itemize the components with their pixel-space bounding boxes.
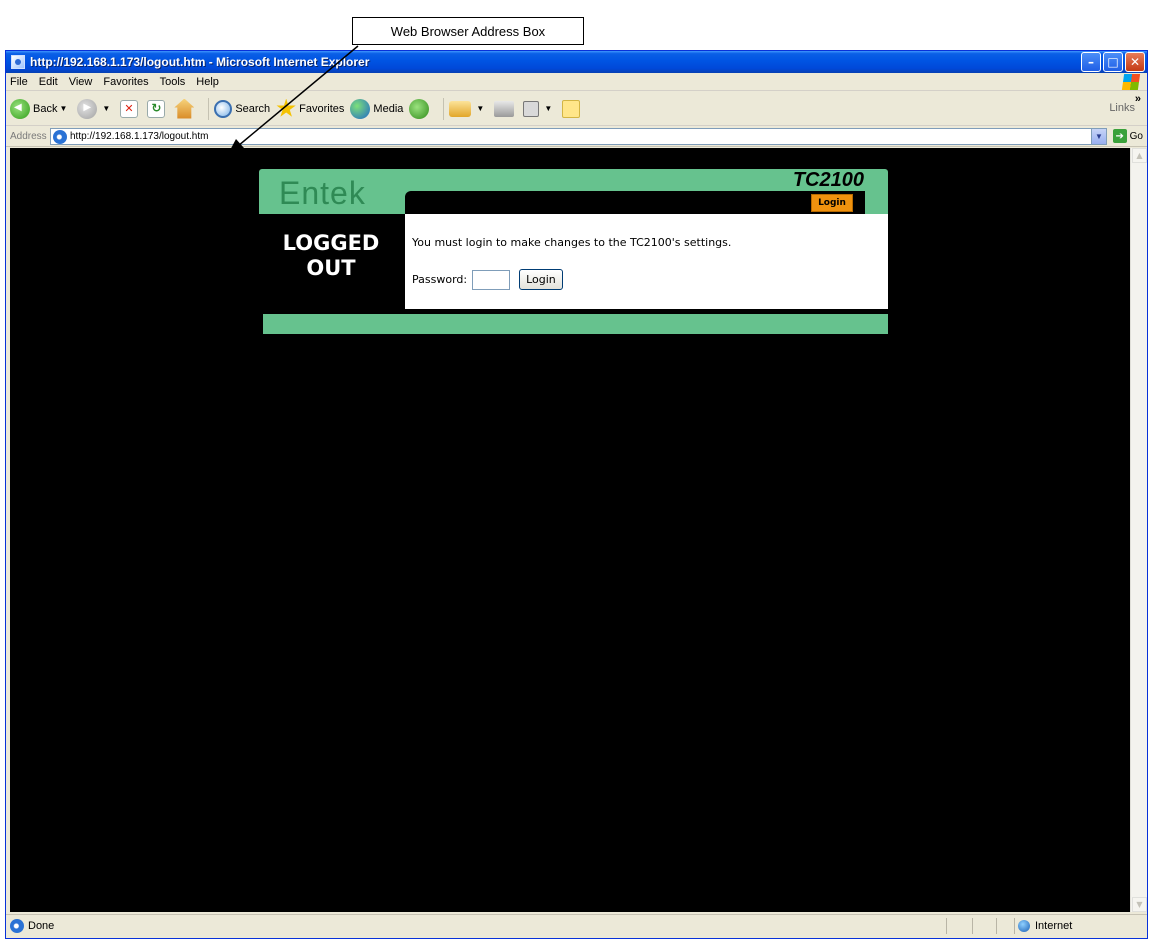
note-icon — [562, 99, 581, 118]
edit-button[interactable]: ▼ — [523, 100, 556, 117]
mail-dropdown-icon[interactable]: ▼ — [476, 104, 484, 113]
scroll-down-icon[interactable]: ▼ — [1132, 897, 1147, 912]
history-icon — [409, 98, 430, 119]
links-label[interactable]: Links — [1109, 93, 1140, 114]
title-bar[interactable]: http://192.168.1.173/logout.htm - Micros… — [6, 51, 1147, 73]
favorites-button[interactable]: Favorites — [276, 98, 345, 119]
media-label: Media — [373, 102, 404, 115]
stop-icon — [120, 99, 139, 118]
go-label: Go — [1129, 130, 1143, 142]
search-button[interactable]: Search — [214, 99, 271, 118]
menu-file[interactable]: File — [10, 76, 28, 88]
home-icon — [174, 98, 195, 119]
print-button[interactable] — [494, 100, 517, 117]
status-text: Done — [28, 920, 55, 932]
menu-view[interactable]: View — [69, 76, 93, 88]
favorites-star-icon — [276, 98, 296, 117]
browser-window: http://192.168.1.173/logout.htm - Micros… — [5, 50, 1148, 939]
annotation-callout: Web Browser Address Box — [352, 17, 584, 45]
entek-logo: Entek — [279, 175, 366, 211]
address-label: Address — [10, 131, 47, 142]
refresh-icon — [147, 99, 166, 118]
minimize-button[interactable]: – — [1081, 52, 1101, 72]
windows-logo-icon — [1121, 74, 1141, 90]
menu-bar: File Edit View Favorites Tools Help — [6, 73, 1147, 91]
internet-globe-icon — [1018, 920, 1030, 932]
model-title: TC2100 — [792, 169, 864, 191]
security-zone: Internet — [1035, 920, 1073, 932]
footer-banner — [263, 314, 888, 334]
favorites-label: Favorites — [299, 102, 345, 115]
ie-page-icon — [10, 919, 24, 933]
mail-button[interactable]: ▼ — [449, 100, 488, 117]
stop-button[interactable] — [120, 99, 141, 118]
mail-icon — [449, 100, 472, 117]
address-url[interactable]: http://192.168.1.173/logout.htm — [70, 131, 208, 142]
login-box: You must login to make changes to the TC… — [405, 214, 888, 309]
menu-tools[interactable]: Tools — [160, 76, 186, 88]
ie-page-icon — [11, 55, 25, 69]
address-bar: Address http://192.168.1.173/logout.htm … — [6, 127, 1147, 147]
password-input[interactable] — [472, 269, 511, 290]
back-label: Back — [33, 102, 58, 115]
vertical-scrollbar[interactable]: ▲ ▼ — [1130, 148, 1147, 912]
print-icon — [494, 100, 515, 117]
logged-out-status: LOGGED OUT — [259, 231, 403, 281]
search-icon — [214, 99, 233, 118]
ie-page-icon — [53, 129, 67, 144]
forward-arrow-icon — [77, 98, 98, 119]
status-bar: Done Internet — [6, 914, 1147, 938]
status-line-2: OUT — [306, 256, 356, 280]
edit-dropdown-icon[interactable]: ▼ — [544, 104, 552, 113]
toolbar-separator — [443, 97, 445, 120]
nav-tab-bar: Login — [405, 191, 865, 214]
back-button[interactable]: Back ▼ — [10, 98, 71, 119]
note-button[interactable] — [562, 99, 583, 118]
edit-icon — [523, 100, 540, 117]
status-line-1: LOGGED — [282, 231, 380, 255]
standard-toolbar: Back ▼ ▼ Search Favorites Media ▼ — [6, 92, 1147, 126]
address-dropdown-icon[interactable]: ▼ — [1091, 129, 1106, 144]
menu-edit[interactable]: Edit — [39, 76, 58, 88]
back-dropdown-icon[interactable]: ▼ — [59, 104, 67, 113]
menu-help[interactable]: Help — [196, 76, 219, 88]
refresh-button[interactable] — [147, 99, 168, 118]
go-button[interactable]: ➔ Go — [1112, 129, 1143, 143]
menu-favorites[interactable]: Favorites — [103, 76, 148, 88]
home-button[interactable] — [174, 98, 197, 119]
scroll-up-icon[interactable]: ▲ — [1132, 148, 1147, 163]
window-title: http://192.168.1.173/logout.htm - Micros… — [30, 55, 370, 69]
forward-button[interactable]: ▼ — [77, 98, 114, 119]
window-controls: – □ ✕ — [1081, 52, 1145, 72]
media-button[interactable]: Media — [350, 98, 404, 119]
go-arrow-icon: ➔ — [1112, 129, 1127, 143]
forward-dropdown-icon[interactable]: ▼ — [102, 104, 110, 113]
page-content: Entek TC2100 Login LOGGED OUT You must l… — [10, 148, 1130, 912]
password-label: Password: — [412, 273, 468, 286]
history-button[interactable] — [409, 98, 432, 119]
status-divider — [996, 918, 997, 934]
toolbar-separator — [208, 97, 210, 120]
media-icon — [350, 98, 371, 119]
address-input[interactable]: http://192.168.1.173/logout.htm ▼ — [50, 128, 1107, 145]
entek-panel: Entek TC2100 Login LOGGED OUT You must l… — [259, 169, 892, 334]
status-divider — [946, 918, 947, 934]
back-arrow-icon — [10, 98, 30, 119]
maximize-button[interactable]: □ — [1103, 52, 1123, 72]
status-divider — [1014, 918, 1015, 934]
password-row: Password: Login — [412, 269, 563, 290]
login-button[interactable]: Login — [519, 269, 563, 290]
search-label: Search — [235, 102, 271, 115]
login-message: You must login to make changes to the TC… — [412, 236, 732, 249]
status-divider — [972, 918, 973, 934]
tab-login[interactable]: Login — [811, 194, 853, 212]
annotation-label: Web Browser Address Box — [390, 23, 546, 39]
close-button[interactable]: ✕ — [1125, 52, 1145, 72]
